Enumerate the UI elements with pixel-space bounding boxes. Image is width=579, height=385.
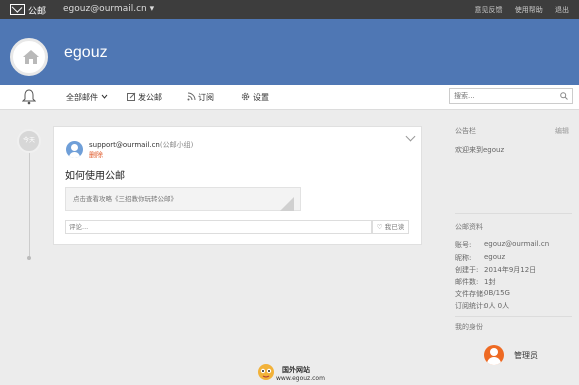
profile-title: 公邮资料 [455,223,483,231]
comment-input[interactable] [69,222,359,232]
mascot-logo [258,364,274,380]
mail-subject[interactable]: 如何使用公邮 [65,167,125,182]
mail-card: support@ourmail.cn(公邮小组) 删除 如何使用公邮 点击查看攻… [53,126,422,245]
top-links: 意见反馈 使用帮助 退出 [465,5,569,15]
identity-title: 我的身份 [455,323,483,331]
board-text: 欢迎来到egouz [455,146,505,154]
sidebar-divider [455,213,572,214]
mark-read-button[interactable]: ♡ 我已读 [372,220,409,234]
subscribe-button[interactable]: 订阅 [187,92,214,103]
settings-label: 设置 [253,93,269,102]
all-mail-dropdown[interactable]: 全部邮件 [66,92,108,103]
mail-icon [10,4,25,15]
watermark-title: 国外网站 [282,366,310,374]
delete-link[interactable]: 删除 [89,150,103,160]
group-avatar[interactable] [10,38,48,76]
identity-role: 管理员 [514,351,538,360]
board-title: 公告栏 [455,127,476,135]
timeline-line [29,140,30,260]
search-icon[interactable] [560,92,568,100]
compose-label: 发公邮 [138,93,162,102]
gear-icon [241,92,250,101]
search-box [449,88,573,104]
chevron-down-icon[interactable] [405,131,416,142]
comment-box [65,220,372,234]
search-input[interactable] [454,90,554,102]
brand-label: 公邮 [28,7,47,17]
all-mail-label: 全部邮件 [66,93,98,102]
help-link[interactable]: 使用帮助 [515,6,543,14]
chevron-down-icon [101,94,107,99]
sender-address[interactable]: support@ourmail.cn [89,141,160,149]
watermark: 国外网站 www.egouz.com [256,362,325,384]
watermark-url: www.egouz.com [276,375,325,382]
feedback-link[interactable]: 意见反馈 [475,6,503,14]
home-icon [23,50,39,64]
profile-row-created: 创建于: 2014年9月12日 [455,266,537,274]
rss-icon [187,92,196,101]
bell-icon[interactable] [22,89,36,105]
profile-row-subscriptions: 订阅统计: 0人 0人 [455,302,510,310]
mail-preview[interactable]: 点击查看攻略《三招教你玩转公邮》 [65,187,301,211]
date-badge: 今天 [17,129,41,153]
subscribe-label: 订阅 [198,93,214,102]
profile-row-storage: 文件存储: 0B/15G [455,289,510,298]
sender-avatar[interactable] [66,141,83,158]
profile-row-mail-count: 邮件数: 1封 [455,278,496,286]
profile-row-nickname: 昵称: egouz [455,253,506,262]
group-name: egouz [64,44,108,61]
identity-avatar [484,345,504,365]
logout-link[interactable]: 退出 [555,6,569,14]
brand-logo[interactable]: 公邮 [10,4,46,17]
timeline-end-dot [27,256,31,260]
edit-icon [127,92,136,101]
account-menu[interactable]: egouz@ourmail.cn ▾ [63,4,154,14]
top-bar: 公邮 egouz@ourmail.cn ▾ 意见反馈 使用帮助 退出 [0,0,579,19]
settings-button[interactable]: 设置 [241,92,269,103]
compose-button[interactable]: 发公邮 [127,92,162,103]
page-fold-icon [280,197,294,211]
sender-line: support@ourmail.cn(公邮小组) [89,140,193,150]
sender-group: (公邮小组) [159,141,194,149]
board-edit-link[interactable]: 编辑 [555,126,569,136]
sidebar-divider [455,316,572,317]
profile-row-account: 账号: egouz@ourmail.cn [455,240,550,249]
